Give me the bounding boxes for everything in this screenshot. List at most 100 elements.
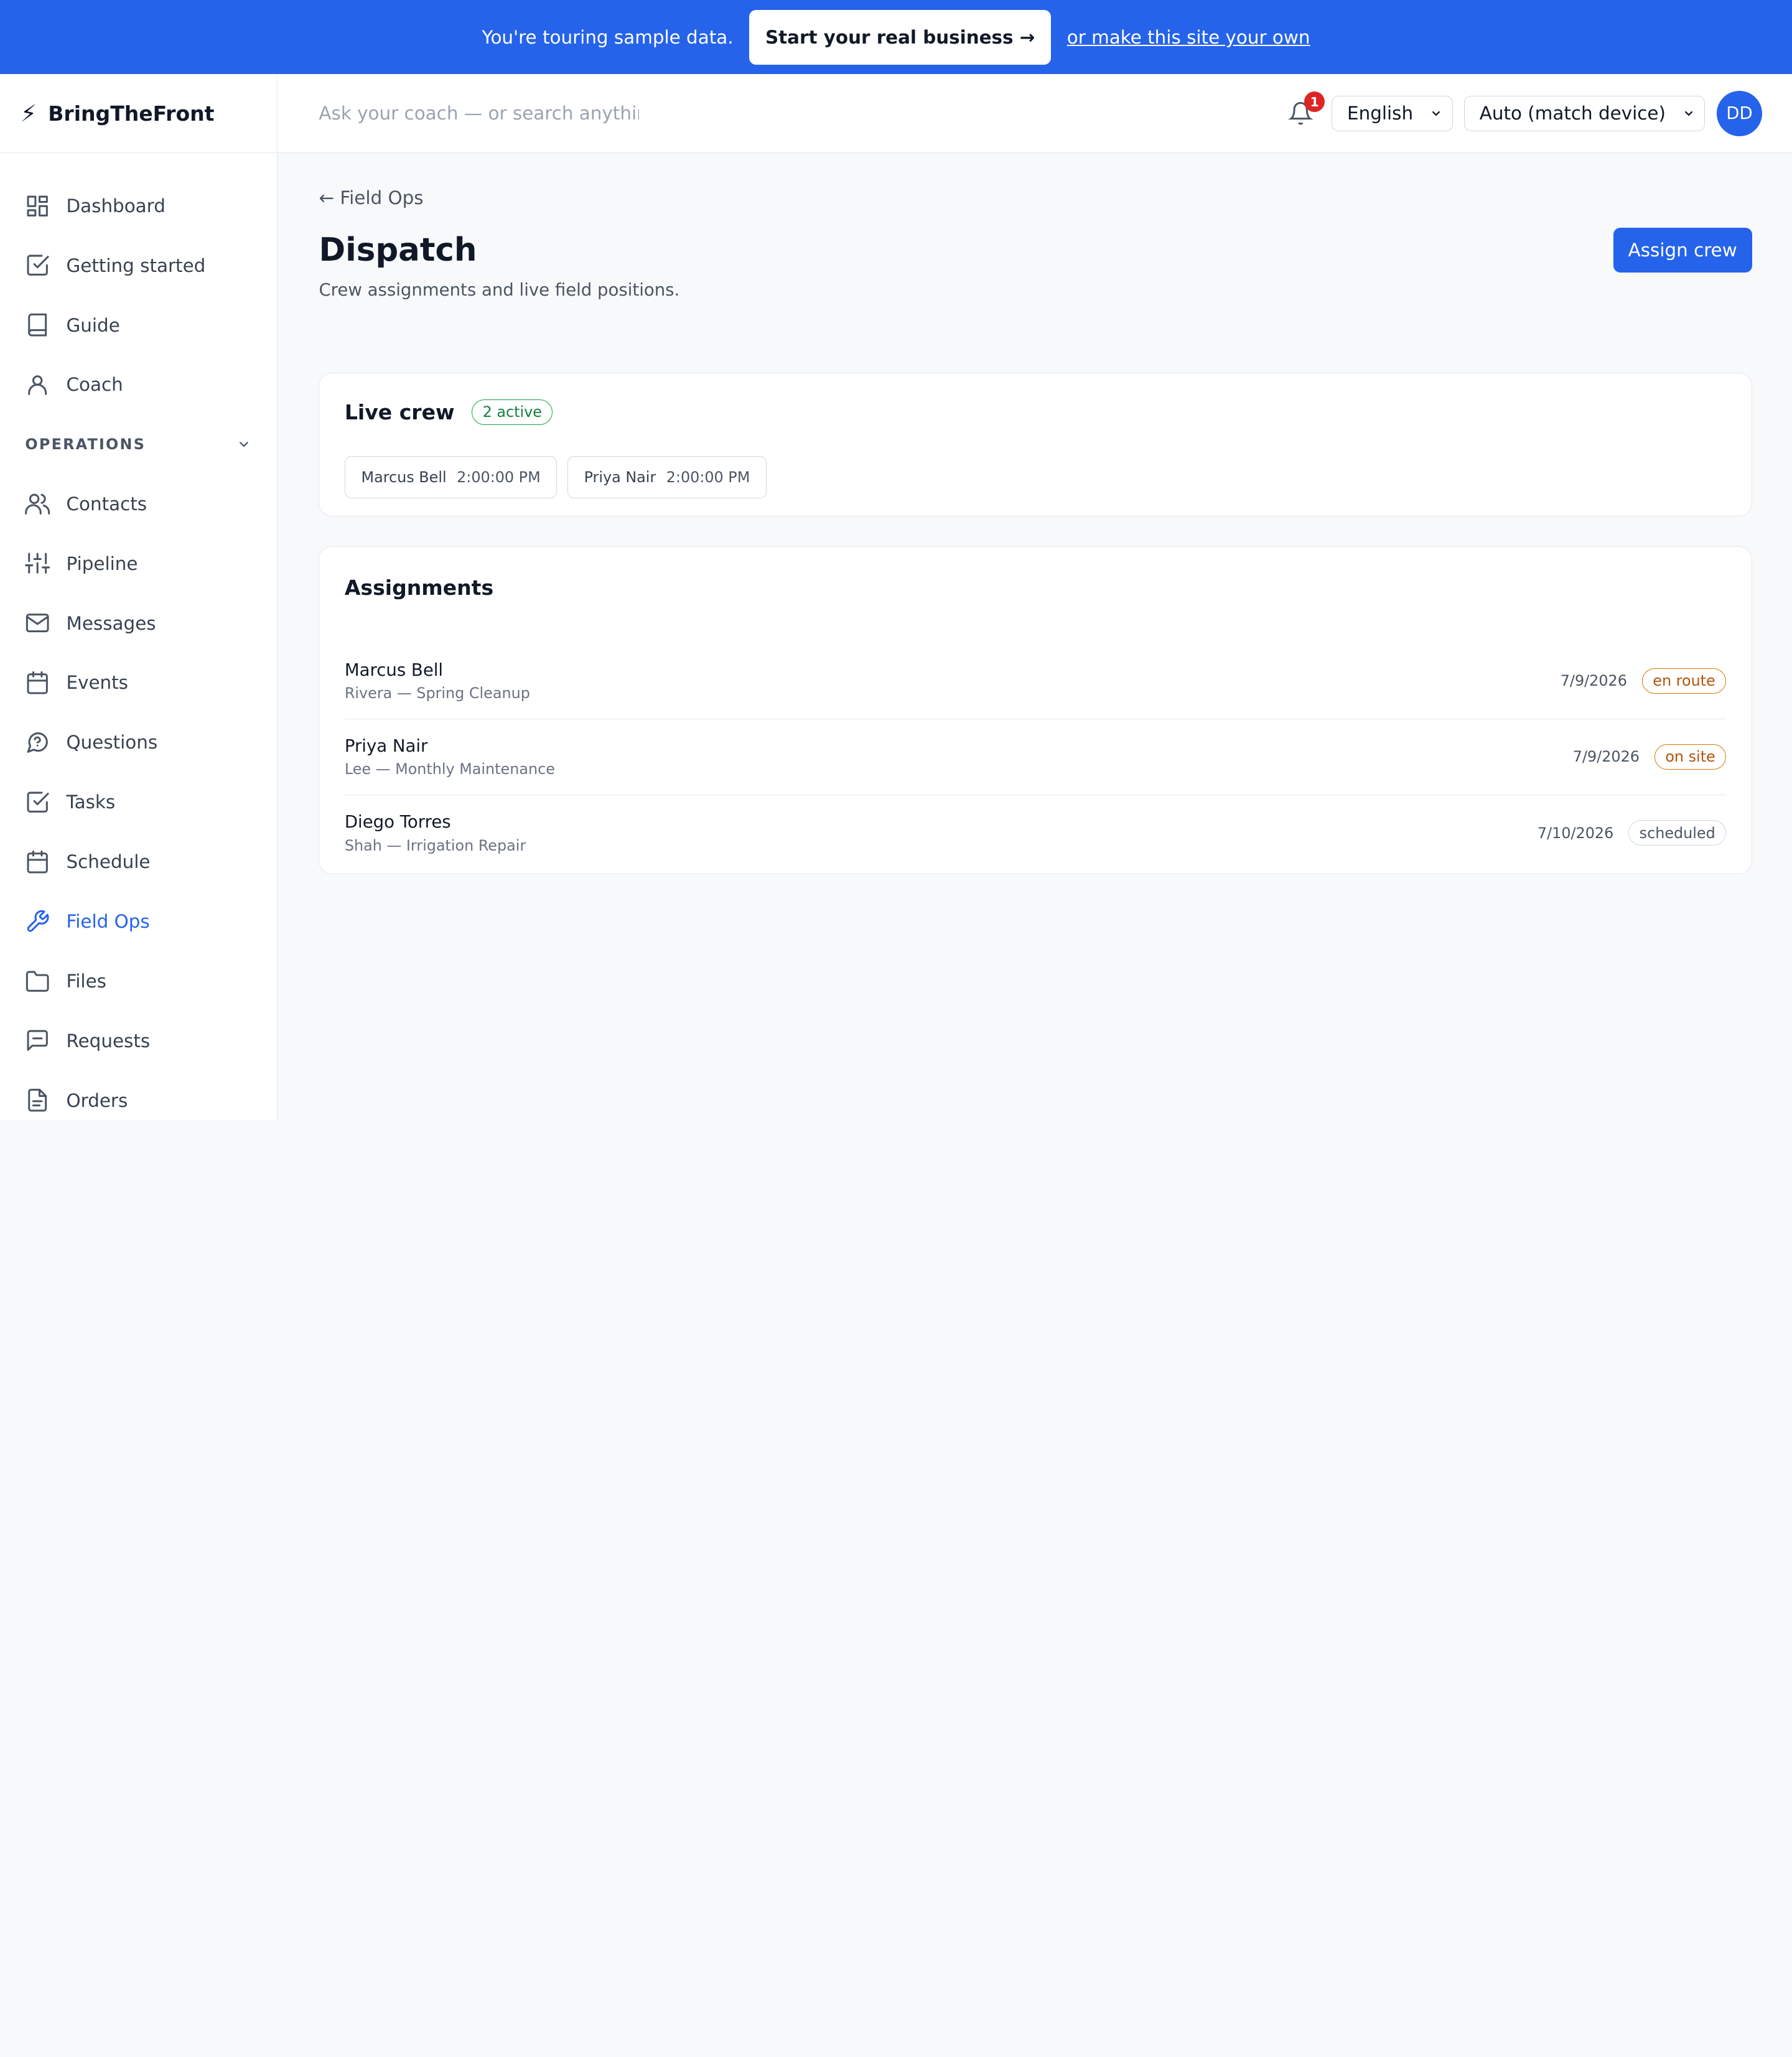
sidebar-item-label: Events bbox=[66, 672, 128, 694]
notification-count-badge: 1 bbox=[1304, 91, 1325, 113]
sidebar-item-field-ops[interactable]: Field Ops bbox=[0, 892, 277, 951]
card-title: Live crew bbox=[344, 399, 455, 424]
crew-time: 2:00:00 PM bbox=[457, 468, 541, 486]
card-header: Live crew 2 active bbox=[345, 399, 1726, 425]
sidebar-item-label: Guide bbox=[66, 314, 120, 336]
crew-chip[interactable]: Priya Nair 2:00:00 PM bbox=[567, 455, 767, 498]
wrench-icon bbox=[27, 910, 49, 932]
avatar[interactable]: DD bbox=[1716, 90, 1763, 136]
crew-name: Marcus Bell bbox=[361, 468, 447, 486]
crew-time: 2:00:00 PM bbox=[666, 468, 750, 486]
chevron-down-icon bbox=[239, 442, 249, 447]
folder-icon bbox=[26, 971, 49, 992]
list-item[interactable]: Priya Nair Lee — Monthly Maintenance 7/9… bbox=[344, 719, 1727, 795]
notifications-button[interactable]: 1 bbox=[1281, 91, 1325, 133]
help-chat-icon bbox=[27, 732, 49, 753]
users-icon bbox=[25, 493, 50, 515]
page-subtitle: Crew assignments and live field position… bbox=[319, 280, 680, 301]
status-badge: on site bbox=[1654, 744, 1727, 770]
theme-select[interactable]: Auto (match device) bbox=[1463, 95, 1706, 131]
active-count-badge: 2 active bbox=[472, 399, 553, 425]
sidebar-item-pipeline[interactable]: Pipeline bbox=[0, 534, 277, 594]
assignee-name: Priya Nair bbox=[344, 735, 428, 756]
sidebar-item-schedule[interactable]: Schedule bbox=[0, 832, 277, 892]
sidebar-item-label: Questions bbox=[66, 732, 158, 753]
top-bar: 1 English Auto (match device) DD bbox=[278, 74, 1792, 154]
check-square-icon bbox=[27, 254, 49, 276]
sidebar-item-tasks[interactable]: Tasks bbox=[0, 772, 277, 832]
sidebar-item-files[interactable]: Files bbox=[0, 951, 277, 1011]
calendar-icon bbox=[27, 671, 49, 694]
start-business-button[interactable]: Start your real business → bbox=[749, 9, 1052, 65]
crew-chip[interactable]: Marcus Bell 2:00:00 PM bbox=[344, 455, 558, 498]
language-value: English bbox=[1347, 103, 1414, 124]
sliders-icon bbox=[25, 553, 50, 574]
user-icon bbox=[28, 375, 47, 396]
mail-icon bbox=[26, 613, 49, 633]
sidebar-item-events[interactable]: Events bbox=[0, 653, 277, 712]
grid-icon bbox=[27, 195, 49, 217]
sidebar-item-label: Schedule bbox=[66, 851, 151, 872]
list-item[interactable]: Diego Torres Shah — Irrigation Repair 7/… bbox=[344, 795, 1727, 871]
sidebar: ⚡︎ BringTheFront Dashboard Getting start… bbox=[0, 74, 278, 1120]
status-badge: en route bbox=[1641, 668, 1727, 694]
crew-name: Priya Nair bbox=[584, 468, 656, 486]
job-description: Shah — Irrigation Repair bbox=[344, 836, 526, 854]
sidebar-item-label: Contacts bbox=[66, 493, 147, 515]
sidebar-item-orders[interactable]: Orders bbox=[0, 1071, 277, 1120]
job-description: Rivera — Spring Cleanup bbox=[344, 684, 530, 702]
search-input[interactable] bbox=[319, 103, 639, 124]
assignment-date: 7/9/2026 bbox=[1560, 672, 1627, 690]
operations-section-toggle[interactable]: OPERATIONS bbox=[0, 414, 277, 474]
sidebar-item-getting-started[interactable]: Getting started bbox=[0, 236, 277, 296]
sidebar-item-label: Dashboard bbox=[66, 195, 166, 217]
theme-value: Auto (match device) bbox=[1479, 103, 1666, 124]
back-to-field-ops-link[interactable]: ← Field Ops bbox=[319, 187, 423, 208]
bolt-icon: ⚡︎ bbox=[21, 100, 37, 127]
book-icon bbox=[28, 314, 47, 337]
sidebar-item-label: Tasks bbox=[66, 791, 116, 813]
list-item[interactable]: Marcus Bell Rivera — Spring Cleanup 7/9/… bbox=[344, 643, 1727, 719]
sidebar-item-dashboard[interactable]: Dashboard bbox=[0, 176, 277, 236]
assignments-card: Assignments Marcus Bell Rivera — Spring … bbox=[319, 546, 1752, 875]
sidebar-item-label: Files bbox=[66, 970, 106, 992]
brand[interactable]: ⚡︎ BringTheFront bbox=[0, 74, 278, 154]
app-page: You're touring sample data. Start your r… bbox=[0, 0, 1792, 1120]
language-select[interactable]: English bbox=[1332, 95, 1453, 131]
sidebar-item-requests[interactable]: Requests bbox=[0, 1011, 277, 1071]
page-title: Dispatch bbox=[319, 231, 477, 269]
sidebar-item-guide[interactable]: Guide bbox=[0, 296, 277, 355]
sidebar-item-questions[interactable]: Questions bbox=[0, 712, 277, 772]
chevron-down-icon bbox=[1684, 111, 1692, 116]
file-icon bbox=[28, 1089, 47, 1112]
sidebar-item-label: Orders bbox=[66, 1089, 128, 1111]
sidebar-item-label: Messages bbox=[66, 612, 156, 634]
assignment-list: Marcus Bell Rivera — Spring Cleanup 7/9/… bbox=[344, 643, 1727, 871]
sample-data-banner: You're touring sample data. Start your r… bbox=[0, 0, 1792, 75]
check-square-icon bbox=[27, 791, 49, 813]
card-header: Assignments bbox=[345, 576, 1726, 600]
status-badge: scheduled bbox=[1628, 820, 1727, 846]
sidebar-item-label: Coach bbox=[66, 374, 123, 396]
sidebar-item-messages[interactable]: Messages bbox=[0, 594, 277, 653]
sidebar-item-label: Getting started bbox=[66, 254, 206, 276]
page-header: Dispatch Crew assignments and live field… bbox=[319, 228, 1752, 301]
sidebar-item-contacts[interactable]: Contacts bbox=[0, 474, 277, 534]
assignee-name: Diego Torres bbox=[344, 812, 451, 833]
message-square-icon bbox=[27, 1030, 49, 1052]
banner-text: You're touring sample data. bbox=[482, 26, 734, 48]
live-crew-card: Live crew 2 active Marcus Bell 2:00:00 P… bbox=[319, 372, 1752, 517]
sidebar-item-label: Pipeline bbox=[66, 553, 138, 574]
assign-crew-button[interactable]: Assign crew bbox=[1613, 228, 1752, 273]
crew-chip-list: Marcus Bell 2:00:00 PM Priya Nair 2:00:0… bbox=[344, 455, 1726, 498]
assignee-name: Marcus Bell bbox=[344, 660, 444, 680]
calendar-icon bbox=[27, 850, 49, 874]
sidebar-item-label: Field Ops bbox=[66, 910, 150, 932]
assignment-date: 7/10/2026 bbox=[1537, 824, 1614, 842]
brand-name: BringTheFront bbox=[48, 101, 215, 126]
make-site-own-link[interactable]: or make this site your own bbox=[1067, 27, 1310, 48]
sidebar-item-label: Requests bbox=[66, 1030, 151, 1052]
chevron-down-icon bbox=[1432, 111, 1440, 116]
job-description: Lee — Monthly Maintenance bbox=[344, 760, 555, 778]
sidebar-item-coach[interactable]: Coach bbox=[0, 355, 277, 414]
